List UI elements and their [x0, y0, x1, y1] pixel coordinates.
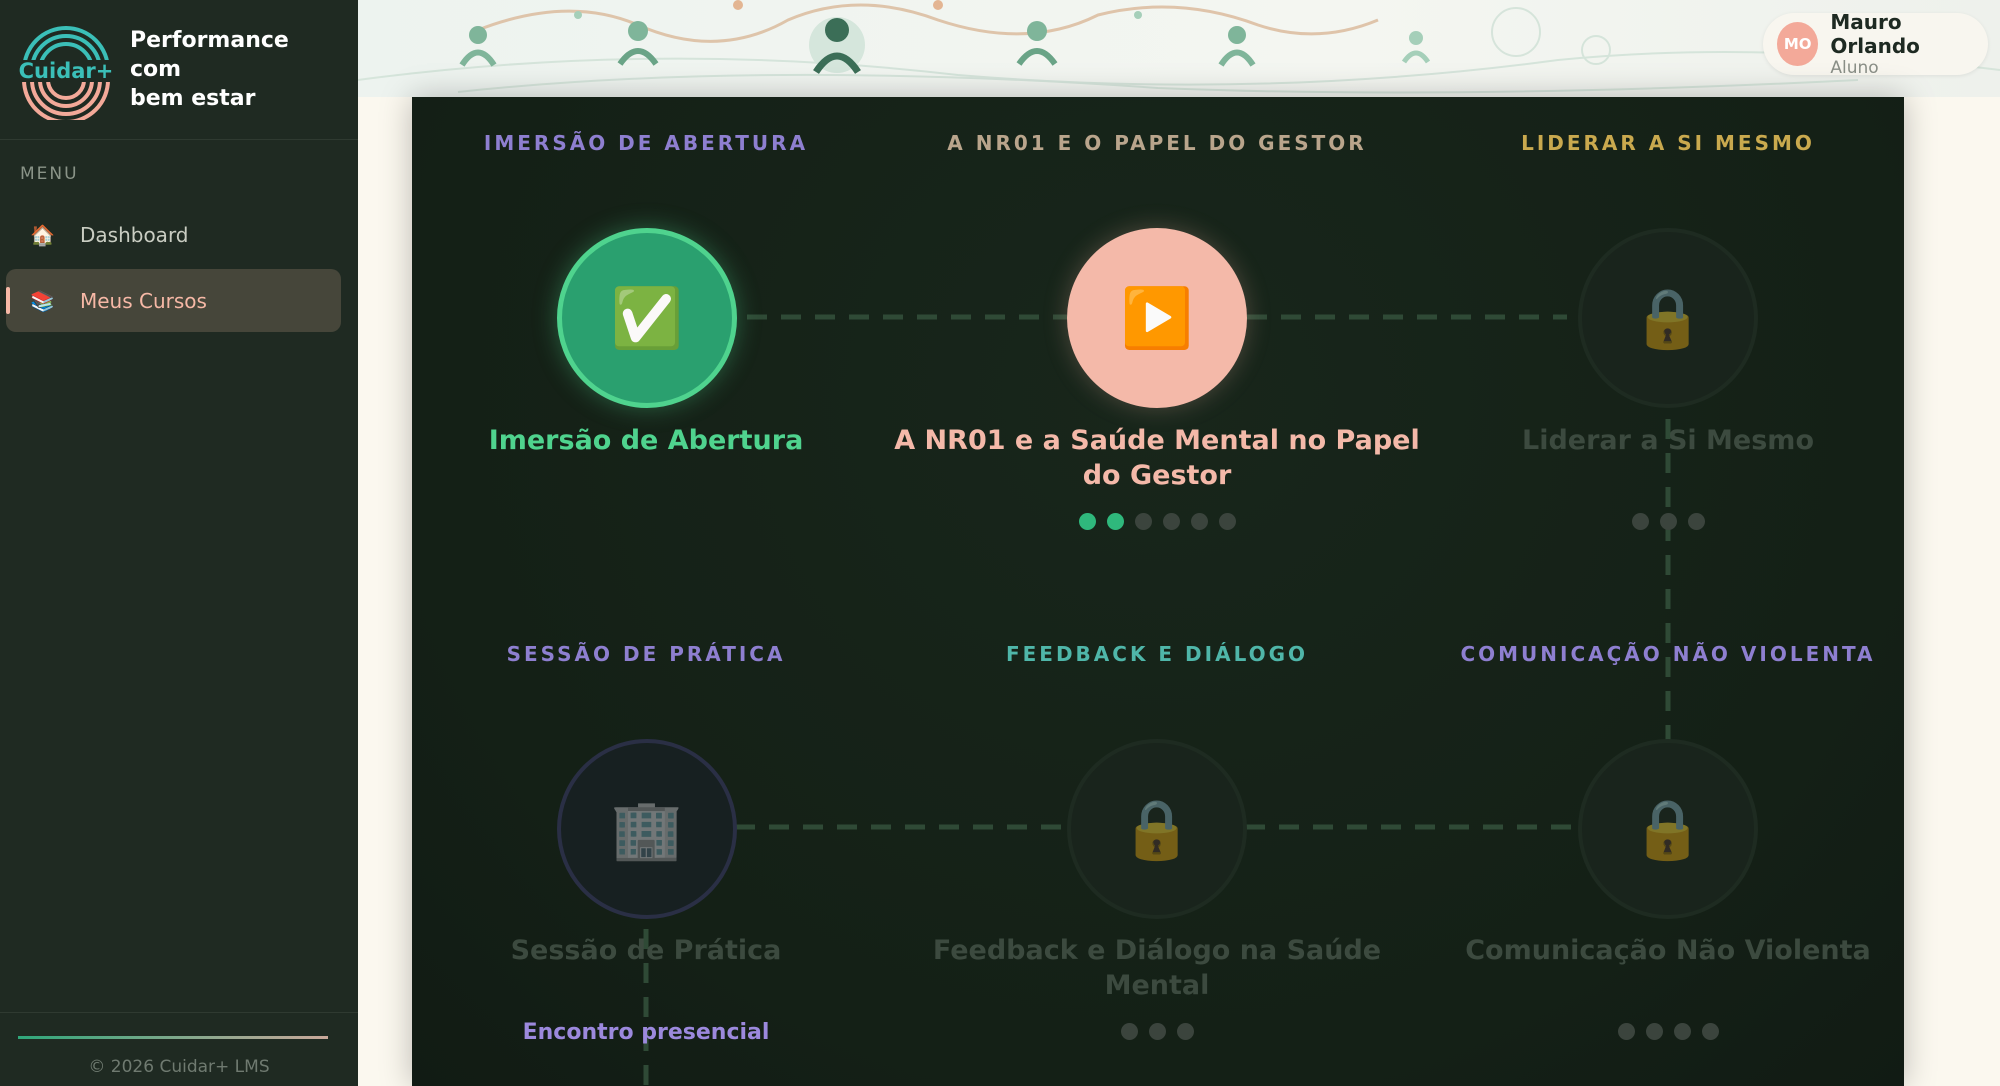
brand-tagline: Performance com bem estar — [130, 28, 289, 111]
progress-dot — [1148, 1023, 1166, 1040]
section-title-cnv: COMUNICAÇÃO NÃO VIOLENTA — [1460, 642, 1876, 666]
building-icon: 🏢 — [610, 794, 684, 863]
module-title-liderar[interactable]: Liderar a Si Mesmo — [1388, 423, 1948, 458]
progress-dot — [1673, 1023, 1691, 1040]
module-title-cnv[interactable]: Comunicação Não Violenta — [1388, 933, 1948, 968]
sidebar-item-label: Dashboard — [80, 222, 189, 247]
menu-label: MENU — [20, 164, 79, 184]
sidebar-item-label: Meus Cursos — [80, 288, 207, 313]
user-menu[interactable]: MO Mauro Orlando Aluno — [1763, 10, 1988, 78]
progress-dot — [1078, 513, 1096, 530]
progress-dot — [1106, 513, 1124, 530]
module-node-cnv[interactable]: 🔒 — [1578, 739, 1758, 919]
progress-dots-nr01 — [957, 513, 1357, 530]
user-role: Aluno — [1830, 58, 1879, 78]
sidebar-divider — [0, 1012, 358, 1013]
progress-dot — [1659, 513, 1677, 530]
progress-dots-cnv — [1468, 1023, 1868, 1040]
sidebar: Cuidar+ Performance com bem estar MENU 🏠… — [0, 0, 358, 1086]
progress-dot — [1218, 513, 1236, 530]
sidebar-item-meus-cursos[interactable]: 📚 Meus Cursos — [6, 269, 341, 332]
logo-wordmark: Cuidar+ — [19, 59, 114, 83]
progress-dot — [1134, 513, 1152, 530]
progress-dot — [1631, 513, 1649, 530]
module-node-feedback[interactable]: 🔒 — [1067, 739, 1247, 919]
progress-dot — [1176, 1023, 1194, 1040]
progress-dot — [1190, 513, 1208, 530]
progress-dots-feedback — [957, 1023, 1357, 1040]
sidebar-item-dashboard[interactable]: 🏠 Dashboard — [6, 203, 341, 266]
lock-icon: 🔒 — [1631, 283, 1705, 352]
sidebar-footer: © 2026 Cuidar+ LMS — [88, 1057, 270, 1077]
house-icon: 🏠 — [30, 222, 55, 247]
section-title-imersao: IMERSÃO DE ABERTURA — [483, 131, 809, 155]
brand[interactable]: Cuidar+ Performance com bem estar — [0, 0, 358, 140]
progress-dot — [1645, 1023, 1663, 1040]
progress-dot — [1617, 1023, 1635, 1040]
play-icon: ▶️ — [1120, 283, 1194, 352]
section-title-feedback: FEEDBACK E DIÁLOGO — [1005, 642, 1309, 666]
check-icon: ✅ — [610, 283, 684, 352]
progress-dot — [1687, 513, 1705, 530]
lock-icon: 🔒 — [1631, 794, 1705, 863]
header-banner: MO Mauro Orlando Aluno — [358, 0, 2000, 97]
module-node-nr01[interactable]: ▶️ — [1067, 228, 1247, 408]
module-title-sessao[interactable]: Sessão de Prática — [366, 933, 926, 968]
cuidar-logo: Cuidar+ — [16, 20, 116, 124]
banner-illustration — [358, 0, 2000, 94]
progress-dot — [1162, 513, 1180, 530]
books-icon: 📚 — [30, 288, 55, 313]
session-note: Encontro presencial — [522, 1020, 770, 1045]
progress-dot — [1701, 1023, 1719, 1040]
module-node-imersao[interactable]: ✅ — [557, 228, 737, 408]
module-node-sessao[interactable]: 🏢 — [557, 739, 737, 919]
lock-icon: 🔒 — [1120, 794, 1194, 863]
module-node-liderar[interactable]: 🔒 — [1578, 228, 1758, 408]
course-path-panel: IMERSÃO DE ABERTURA ✅ Imersão de Abertur… — [412, 97, 1904, 1086]
module-title-feedback[interactable]: Feedback e Diálogo na Saúde Mental — [877, 933, 1437, 1003]
progress-dot — [1120, 1023, 1138, 1040]
section-title-nr01: A NR01 E O PAPEL DO GESTOR — [947, 131, 1367, 155]
avatar: MO — [1777, 22, 1819, 66]
module-title-nr01[interactable]: A NR01 e a Saúde Mental no Papel do Gest… — [877, 423, 1437, 493]
section-title-liderar: LIDERAR A SI MESMO — [1521, 131, 1815, 155]
module-title-imersao[interactable]: Imersão de Abertura — [366, 423, 926, 458]
progress-dots-liderar — [1468, 513, 1868, 530]
user-name: Mauro Orlando — [1830, 10, 1920, 58]
footer-accent-line — [18, 1036, 328, 1039]
section-title-sessao: SESSÃO DE PRÁTICA — [506, 642, 786, 666]
